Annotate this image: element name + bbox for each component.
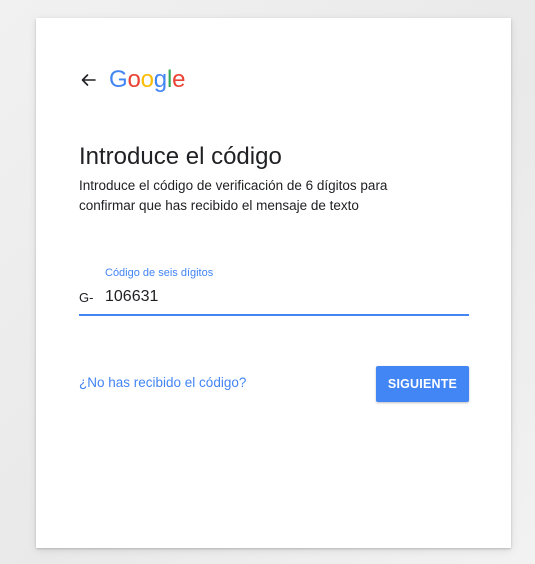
logo-letter: e: [172, 66, 186, 93]
page-background: Google Introduce el código Introduce el …: [0, 0, 535, 564]
code-prefix: G-: [79, 290, 94, 305]
logo-letter: o: [127, 66, 141, 93]
code-field-label: Código de seis dígitos: [105, 267, 214, 279]
logo-letter: g: [153, 66, 167, 93]
verification-code-field: Código de seis dígitos G-: [79, 267, 469, 317]
code-input[interactable]: [105, 285, 455, 309]
verification-card: Google Introduce el código Introduce el …: [36, 18, 511, 548]
logo-letter: o: [140, 66, 154, 93]
logo-letter: G: [109, 66, 128, 93]
field-underline: [79, 314, 469, 316]
resend-code-link[interactable]: ¿No has recibido el código?: [79, 375, 246, 390]
arrow-left-icon[interactable]: [79, 71, 97, 89]
arrow-left-icon-graphic: [81, 74, 96, 86]
card-header: Google: [79, 68, 185, 92]
page-title: Introduce el código: [79, 143, 282, 170]
next-button[interactable]: SIGUIENTE: [376, 366, 469, 402]
google-logo: Google: [109, 68, 185, 92]
page-subtitle: Introduce el código de verificación de 6…: [79, 178, 388, 213]
